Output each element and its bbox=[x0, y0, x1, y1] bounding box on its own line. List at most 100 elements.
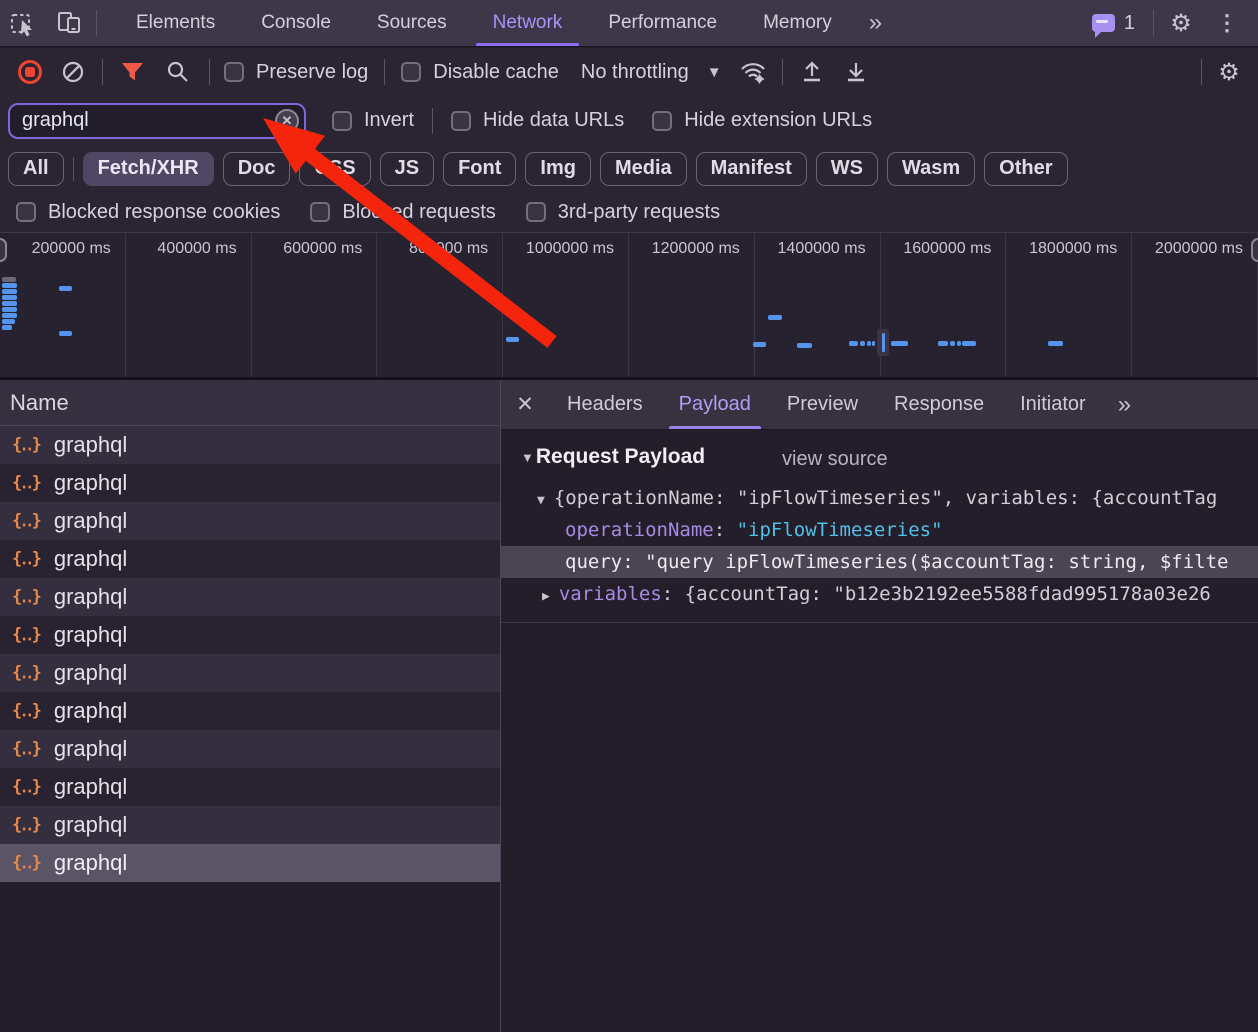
details-tab-headers[interactable]: Headers bbox=[549, 380, 661, 429]
tab-console[interactable]: Console bbox=[238, 0, 354, 46]
table-row[interactable]: {‥}graphql bbox=[0, 730, 500, 768]
clear-filter-icon[interactable]: ✕ bbox=[275, 109, 299, 133]
details-tab-initiator[interactable]: Initiator bbox=[1002, 380, 1104, 429]
network-overview-timeline[interactable]: 200000 ms400000 ms600000 ms800000 ms1000… bbox=[0, 232, 1258, 380]
payload-variables-line[interactable]: ▶variables: {accountTag: "b12e3b2192ee55… bbox=[542, 578, 1211, 610]
table-row[interactable]: {‥}graphql bbox=[0, 806, 500, 844]
table-row[interactable]: {‥}graphql bbox=[0, 654, 500, 692]
view-source-link[interactable]: view source bbox=[782, 448, 888, 471]
request-timeline-bar bbox=[768, 315, 782, 320]
timeline-column: 1200000 ms bbox=[629, 233, 755, 377]
disable-cache-checkbox[interactable]: Disable cache bbox=[401, 61, 559, 84]
tab-performance[interactable]: Performance bbox=[585, 0, 740, 46]
filter-chip-fetch-xhr[interactable]: Fetch/XHR bbox=[83, 152, 214, 186]
hide-data-urls-checkbox[interactable]: Hide data URLs bbox=[451, 109, 624, 132]
request-name: graphql bbox=[54, 584, 127, 610]
close-details-icon[interactable]: ✕ bbox=[501, 380, 549, 429]
filter-input[interactable] bbox=[8, 103, 306, 139]
column-header-name[interactable]: Name bbox=[0, 380, 500, 426]
search-icon[interactable] bbox=[161, 55, 195, 89]
checkbox-box[interactable] bbox=[310, 202, 330, 222]
details-tab-preview[interactable]: Preview bbox=[769, 380, 876, 429]
preserve-log-checkbox[interactable]: Preserve log bbox=[224, 61, 368, 84]
more-tabs-icon[interactable]: » bbox=[855, 9, 894, 37]
request-rows: {‥}graphql{‥}graphql{‥}graphql{‥}graphql… bbox=[0, 426, 500, 882]
tab-network[interactable]: Network bbox=[470, 0, 586, 46]
filter-chip-doc[interactable]: Doc bbox=[223, 152, 291, 186]
filter-chip-manifest[interactable]: Manifest bbox=[696, 152, 807, 186]
table-row[interactable]: {‥}graphql bbox=[0, 692, 500, 730]
table-row[interactable]: {‥}graphql bbox=[0, 502, 500, 540]
json-icon: {‥} bbox=[12, 625, 41, 645]
table-row[interactable]: {‥}graphql bbox=[0, 578, 500, 616]
collapse-caret-icon[interactable]: ▼ bbox=[521, 450, 534, 465]
settings-gear-icon[interactable]: ⚙ bbox=[1158, 0, 1204, 47]
overview-handle-left[interactable] bbox=[0, 238, 7, 262]
filter-chip-wasm[interactable]: Wasm bbox=[887, 152, 975, 186]
checkbox-box[interactable] bbox=[652, 111, 672, 131]
divider bbox=[384, 59, 385, 85]
tab-elements[interactable]: Elements bbox=[113, 0, 238, 46]
details-tab-payload[interactable]: Payload bbox=[661, 380, 769, 429]
export-har-icon[interactable] bbox=[839, 55, 873, 89]
checkbox-box[interactable] bbox=[401, 62, 421, 82]
filter-chip-ws[interactable]: WS bbox=[816, 152, 878, 186]
table-row[interactable]: {‥}graphql bbox=[0, 768, 500, 806]
overview-handle-right[interactable] bbox=[1251, 238, 1258, 262]
filter-funnel-icon[interactable] bbox=[115, 55, 149, 89]
device-toolbar-icon[interactable] bbox=[46, 0, 92, 47]
table-row[interactable]: {‥}graphql bbox=[0, 426, 500, 464]
filter-chip-img[interactable]: Img bbox=[525, 152, 591, 186]
checkbox-blocked-response-cookies[interactable]: Blocked response cookies bbox=[16, 201, 280, 224]
checkbox-label: Blocked response cookies bbox=[48, 201, 280, 224]
json-icon: {‥} bbox=[12, 511, 41, 531]
network-conditions-icon[interactable] bbox=[736, 55, 770, 89]
filter-chip-all[interactable]: All bbox=[8, 152, 64, 186]
network-settings-gear-icon[interactable]: ⚙ bbox=[1206, 49, 1252, 96]
checkbox-label: Blocked requests bbox=[342, 201, 495, 224]
json-icon: {‥} bbox=[12, 815, 41, 835]
timeline-tick-label: 1600000 ms bbox=[881, 233, 1006, 258]
throttling-dropdown[interactable]: No throttling ▼ bbox=[581, 61, 722, 84]
table-row[interactable]: {‥}graphql bbox=[0, 464, 500, 502]
tab-sources[interactable]: Sources bbox=[354, 0, 470, 46]
checkbox-label: 3rd-party requests bbox=[558, 201, 720, 224]
filter-chip-media[interactable]: Media bbox=[600, 152, 687, 186]
inspect-element-icon[interactable] bbox=[0, 0, 46, 47]
checkbox-blocked-requests[interactable]: Blocked requests bbox=[310, 201, 495, 224]
more-details-tabs-icon[interactable]: » bbox=[1104, 391, 1143, 419]
checkbox-box[interactable] bbox=[332, 111, 352, 131]
expand-caret-icon[interactable]: ▶ bbox=[542, 589, 550, 604]
table-row[interactable]: {‥}graphql bbox=[0, 844, 500, 882]
checkbox-box[interactable] bbox=[451, 111, 471, 131]
payload-preview-line[interactable]: ▼{operationName: "ipFlowTimeseries", var… bbox=[537, 482, 1217, 514]
issues-icon[interactable] bbox=[1092, 14, 1115, 32]
request-timeline-bar bbox=[2, 325, 12, 330]
filter-chip-other[interactable]: Other bbox=[984, 152, 1067, 186]
checkbox-box[interactable] bbox=[526, 202, 546, 222]
payload-view: ▼ Request Payload view source ▼{operatio… bbox=[501, 430, 1258, 1032]
invert-checkbox[interactable]: Invert bbox=[332, 109, 414, 132]
checkbox-box[interactable] bbox=[16, 202, 36, 222]
filter-chip-font[interactable]: Font bbox=[443, 152, 516, 186]
collapse-caret-icon[interactable]: ▼ bbox=[537, 493, 545, 508]
checkbox-3rd-party-requests[interactable]: 3rd-party requests bbox=[526, 201, 720, 224]
request-timeline-bar bbox=[59, 286, 72, 291]
payload-query-line[interactable]: query: "query ipFlowTimeseries($accountT… bbox=[501, 546, 1258, 578]
details-tab-response[interactable]: Response bbox=[876, 380, 1002, 429]
top-bar-right: 1 ⚙ ⋮ bbox=[1092, 0, 1258, 46]
import-har-icon[interactable] bbox=[795, 55, 829, 89]
timeline-selection-marker[interactable] bbox=[877, 329, 889, 356]
checkbox-box[interactable] bbox=[224, 62, 244, 82]
tab-memory[interactable]: Memory bbox=[740, 0, 855, 46]
payload-operation-line[interactable]: operationName: "ipFlowTimeseries" bbox=[565, 514, 943, 546]
kebab-menu-icon[interactable]: ⋮ bbox=[1204, 0, 1250, 47]
request-payload-section[interactable]: ▼ Request Payload bbox=[521, 445, 705, 469]
filter-chip-js[interactable]: JS bbox=[380, 152, 434, 186]
table-row[interactable]: {‥}graphql bbox=[0, 616, 500, 654]
clear-network-log-icon[interactable] bbox=[56, 55, 90, 89]
hide-extension-urls-checkbox[interactable]: Hide extension URLs bbox=[652, 109, 872, 132]
table-row[interactable]: {‥}graphql bbox=[0, 540, 500, 578]
record-network-log-button[interactable] bbox=[18, 60, 42, 84]
filter-chip-css[interactable]: CSS bbox=[299, 152, 370, 186]
